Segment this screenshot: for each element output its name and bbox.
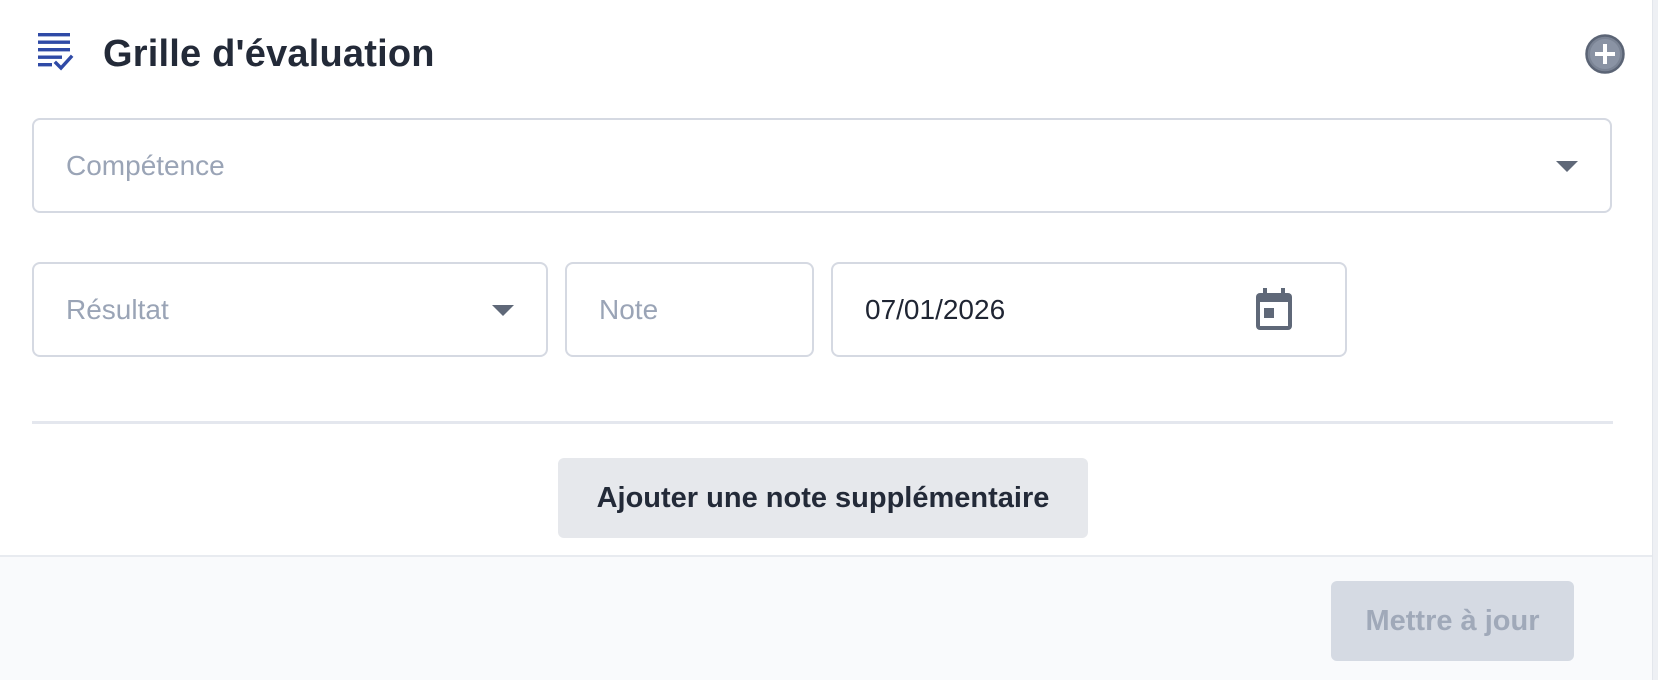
resultat-placeholder: Résultat: [66, 293, 169, 325]
panel-title: Grille d'évaluation: [103, 33, 435, 75]
chevron-down-icon: [1556, 161, 1578, 172]
plus-circle-icon[interactable]: [1584, 33, 1626, 75]
date-input[interactable]: 07/01/2026: [831, 262, 1347, 357]
scrollbar-track: [1652, 0, 1658, 680]
evaluation-grid-panel: Grille d'évaluation Compétence Résultat …: [0, 0, 1652, 680]
date-value: 07/01/2026: [865, 293, 1006, 325]
add-note-button[interactable]: Ajouter une note supplémentaire: [558, 458, 1088, 538]
competence-select[interactable]: Compétence: [32, 118, 1612, 213]
note-placeholder: Note: [599, 293, 659, 325]
chevron-down-icon: [492, 305, 514, 316]
resultat-select[interactable]: Résultat: [32, 262, 548, 357]
update-button[interactable]: Mettre à jour: [1331, 581, 1574, 661]
calendar-icon[interactable]: [1254, 288, 1294, 332]
panel-footer: Mettre à jour: [0, 555, 1652, 680]
competence-placeholder: Compétence: [66, 149, 225, 181]
note-input[interactable]: Note: [565, 262, 814, 357]
section-divider: [32, 421, 1613, 424]
checklist-icon: [38, 33, 74, 71]
panel-header: Grille d'évaluation: [0, 0, 1652, 108]
